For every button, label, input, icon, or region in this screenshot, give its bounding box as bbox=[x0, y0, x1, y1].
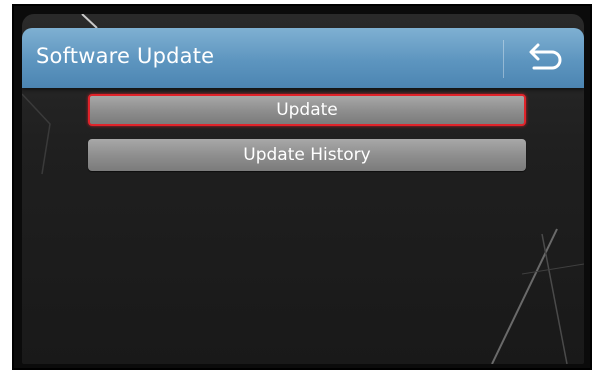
back-button[interactable] bbox=[522, 41, 566, 75]
update-history-button[interactable]: Update History bbox=[88, 139, 526, 171]
app-header: Software Update bbox=[22, 28, 584, 88]
head-unit-screen: Software Update Update Update History bbox=[22, 14, 584, 364]
return-arrow-icon bbox=[529, 43, 562, 70]
update-button[interactable]: Update bbox=[88, 94, 526, 126]
page-title: Software Update bbox=[36, 44, 215, 68]
header-divider bbox=[503, 40, 504, 78]
